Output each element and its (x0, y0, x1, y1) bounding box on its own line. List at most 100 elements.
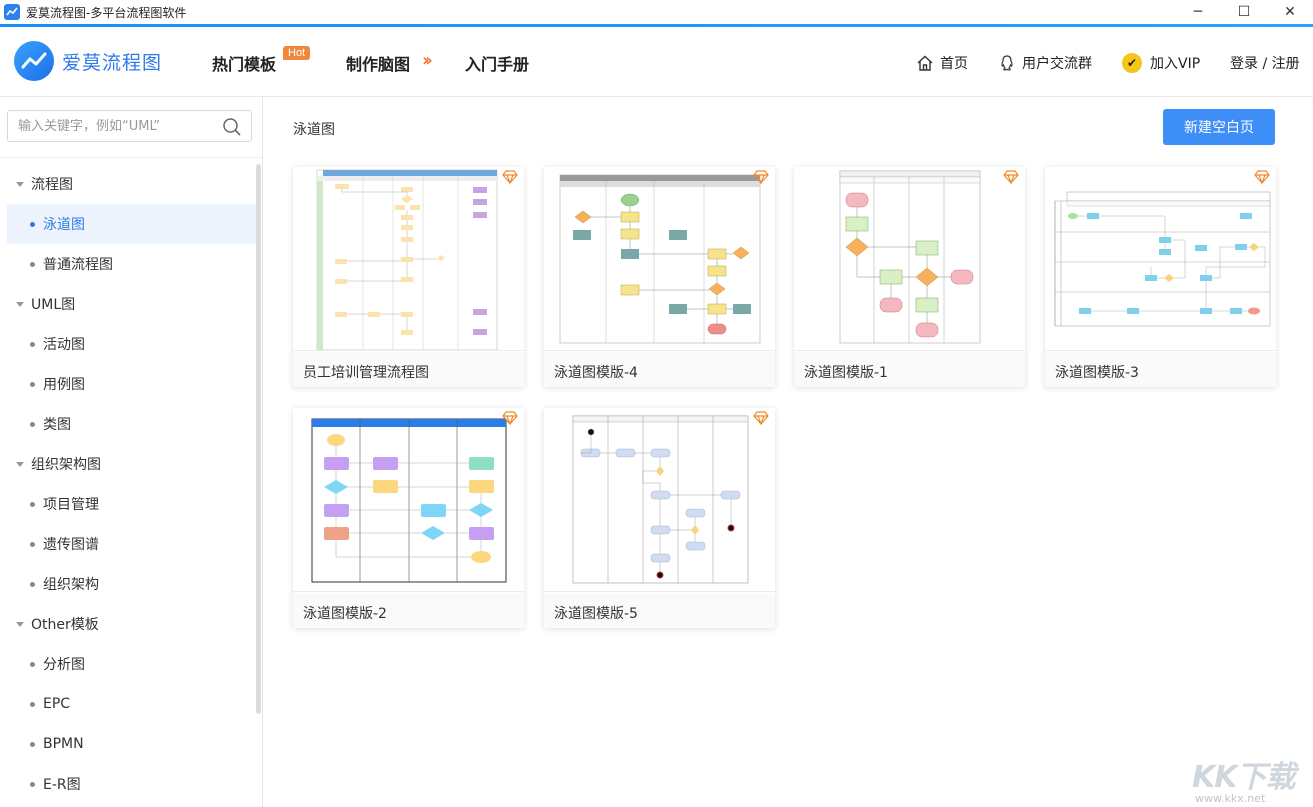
home-label: 首页 (940, 56, 968, 72)
template-card[interactable]: 泳道图模版-2 (293, 408, 524, 628)
tree-label: 泳道图 (43, 217, 85, 233)
tree-label: E-R图 (43, 777, 81, 793)
brand-name: 爱莫流程图 (62, 51, 163, 74)
tree-item[interactable]: EPC (0, 684, 255, 724)
tree-item[interactable]: 遗传图谱 (0, 524, 255, 564)
tree-group[interactable]: 流程图 (0, 164, 255, 204)
tree-label: 项目管理 (43, 497, 99, 513)
tree-item[interactable]: 类图 (0, 404, 255, 444)
watermark-logo: KK下载 (1192, 760, 1295, 795)
card-label: 员工培训管理流程图 (303, 365, 429, 381)
tree-item[interactable]: 项目管理 (0, 484, 255, 524)
sidebar-scrollbar[interactable] (256, 164, 261, 714)
nav-mindmap[interactable]: 制作脑图 (346, 51, 410, 75)
page-title: 泳道图 (293, 122, 335, 138)
bullet-icon (30, 501, 35, 507)
tree-group[interactable]: UML图 (0, 284, 255, 324)
caret-down-icon (16, 181, 24, 187)
template-card[interactable]: 员工培训管理流程图 (293, 167, 524, 387)
vip-icon: ✔ (1122, 53, 1142, 73)
tree-label: 用例图 (43, 377, 85, 393)
new-blank-page-button[interactable]: 新建空白页 (1163, 109, 1275, 145)
tree-label: 活动图 (43, 337, 85, 353)
nav-user-group[interactable]: 用户交流群 (998, 53, 1092, 73)
minimize-button[interactable]: ─ (1175, 0, 1221, 24)
bullet-icon (30, 661, 35, 667)
template-thumbnail (1045, 167, 1276, 351)
brand-logo[interactable]: 爱莫流程图 (14, 41, 162, 81)
bullet-icon (30, 781, 35, 787)
nav-manual[interactable]: 入门手册 (465, 51, 529, 75)
tree-item[interactable]: 普通流程图 (0, 244, 255, 284)
tree-label: EPC (43, 696, 71, 712)
diamond-icon (1003, 170, 1019, 184)
card-label: 泳道图模版-4 (554, 365, 638, 381)
diamond-icon (502, 411, 518, 425)
bullet-icon (30, 381, 35, 387)
tree-label: BPMN (43, 736, 84, 752)
card-label: 泳道图模版-2 (303, 606, 387, 622)
card-label: 泳道图模版-3 (1055, 365, 1139, 381)
tree-item[interactable]: E-R图 (0, 764, 255, 804)
card-label: 泳道图模版-5 (554, 606, 638, 622)
sidebar: 流程图泳道图普通流程图 UML图活动图用例图类图组织架构图项目管理遗传图谱组织架构… (0, 97, 263, 807)
top-navigation: 爱莫流程图 热门模板 Hot 制作脑图 ›› 入门手册 首页 用户交流群 ✔ 加… (0, 27, 1313, 97)
card-label: 泳道图模版-1 (804, 365, 888, 381)
user-group-label: 用户交流群 (1022, 56, 1092, 72)
tree-label: 遗传图谱 (43, 537, 99, 553)
search-icon[interactable] (222, 117, 242, 137)
window-title: 爱莫流程图-多平台流程图软件 (26, 5, 187, 20)
template-card[interactable]: 泳道图模版-5 (544, 408, 775, 628)
tree-item[interactable]: 泳道图 (7, 204, 258, 244)
search-box (7, 110, 252, 142)
tree-label: 普通流程图 (43, 257, 113, 273)
tree-label: 流程图 (31, 177, 73, 193)
close-button[interactable]: ✕ (1267, 0, 1313, 24)
tree-item[interactable]: BPMN (0, 724, 255, 764)
vip-label: 加入VIP (1150, 56, 1201, 72)
tree-group[interactable]: Other模板 (0, 604, 255, 644)
nav-hot-templates[interactable]: 热门模板 (212, 51, 276, 75)
diamond-icon (753, 411, 769, 425)
tree-label: 组织架构 (43, 577, 99, 593)
window-titlebar: 爱莫流程图-多平台流程图软件 ─ ☐ ✕ (0, 0, 1313, 24)
bullet-icon (30, 541, 35, 547)
bullet-icon (30, 221, 35, 227)
tree-label: 分析图 (43, 657, 85, 673)
hot-badge: Hot (283, 46, 311, 60)
template-card[interactable]: 泳道图模版-3 (1045, 167, 1276, 387)
category-tree: 流程图泳道图普通流程图 UML图活动图用例图类图组织架构图项目管理遗传图谱组织架构… (0, 164, 258, 804)
bullet-icon (30, 341, 35, 347)
diamond-icon (1254, 170, 1270, 184)
tree-group[interactable]: 组织架构图 (0, 444, 255, 484)
logo-icon (14, 41, 54, 81)
maximize-button[interactable]: ☐ (1221, 0, 1267, 24)
template-thumbnail (544, 408, 775, 592)
template-thumbnail (293, 167, 524, 351)
nav-home[interactable]: 首页 (916, 53, 968, 73)
tree-label: Other模板 (31, 617, 99, 633)
caret-down-icon (16, 461, 24, 467)
main-content: 泳道图 新建空白页 员工培训管理流程图 泳道图模版-4 泳道图模版-1 泳道图模… (263, 97, 1313, 807)
tree-item[interactable]: 组织架构 (0, 564, 255, 604)
nav-vip[interactable]: ✔ 加入VIP (1122, 53, 1200, 73)
tree-label: 组织架构图 (31, 457, 101, 473)
caret-down-icon (16, 301, 24, 307)
qq-icon (1001, 55, 1013, 71)
tree-item[interactable]: 用例图 (0, 364, 255, 404)
template-thumbnail (794, 167, 1025, 351)
login-register-link[interactable]: 登录 / 注册 (1230, 53, 1300, 73)
tree-item[interactable]: 活动图 (0, 324, 255, 364)
watermark-url: www.kkx.net (1195, 792, 1266, 805)
template-thumbnail (293, 408, 524, 592)
template-thumbnail (544, 167, 775, 351)
home-icon (917, 55, 933, 71)
search-input[interactable] (18, 118, 218, 134)
sidebar-divider (0, 157, 262, 158)
bullet-icon (30, 701, 35, 707)
tree-item[interactable]: 分析图 (0, 644, 255, 684)
template-card[interactable]: 泳道图模版-1 (794, 167, 1025, 387)
bullet-icon (30, 581, 35, 587)
template-card[interactable]: 泳道图模版-4 (544, 167, 775, 387)
bullet-icon (30, 261, 35, 267)
